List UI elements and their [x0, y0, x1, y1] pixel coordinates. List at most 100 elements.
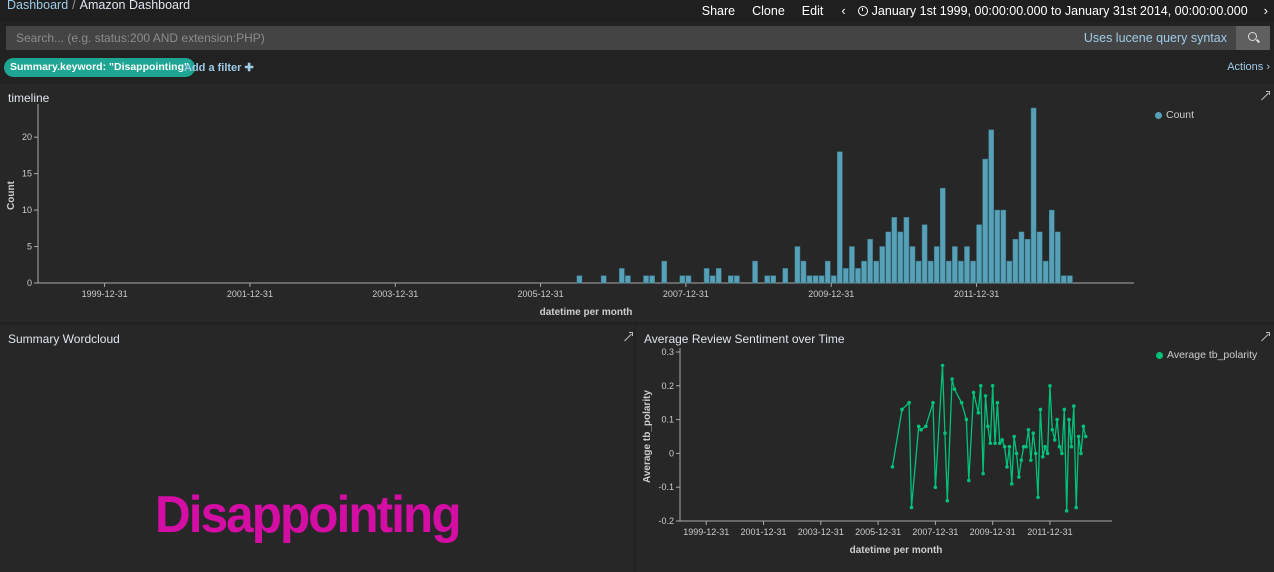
search-icon — [1248, 32, 1257, 41]
bar — [734, 275, 740, 284]
data-point — [978, 384, 983, 388]
y-tick-label: 0.1 — [661, 415, 674, 425]
lucene-syntax-link[interactable]: Uses lucene query syntax — [1084, 31, 1227, 45]
bar — [728, 275, 734, 284]
bar — [1024, 239, 1031, 284]
y-tick-label: -0.2 — [658, 516, 674, 526]
clone-button[interactable]: Clone — [752, 4, 785, 18]
bar — [885, 231, 892, 284]
sentiment-chart: -0.2 -0.1 0 0.1 0.2 0.3 1999-12-31 2001-12-31 20… — [642, 347, 1112, 556]
data-point — [1024, 444, 1028, 449]
bar — [764, 275, 770, 284]
search-input[interactable] — [6, 26, 1237, 50]
top-nav: Share Clone Edit ‹ January 1st 1999, 00:… — [685, 3, 1274, 18]
bar — [812, 275, 819, 284]
data-point — [1002, 444, 1007, 449]
data-point — [1081, 424, 1086, 429]
data-point — [1048, 384, 1052, 388]
bar — [988, 129, 994, 284]
y-tick-label: 15 — [22, 169, 32, 179]
bar — [903, 217, 910, 284]
data-point — [1040, 454, 1045, 459]
bar — [897, 231, 904, 284]
data-point — [1079, 451, 1083, 456]
bar — [952, 246, 958, 284]
bar — [1018, 231, 1025, 284]
bar — [939, 187, 946, 284]
data-point — [945, 498, 950, 503]
search-button[interactable] — [1236, 26, 1270, 50]
data-point — [1060, 451, 1064, 456]
wordcloud-word-disappointing[interactable]: Disappointing — [155, 485, 462, 545]
breadcrumb-dashboard-link[interactable]: Dashboard — [7, 0, 68, 12]
data-point — [916, 424, 921, 429]
clock-icon — [857, 5, 868, 16]
data-point — [966, 478, 971, 483]
bar — [715, 268, 722, 284]
bar — [685, 275, 692, 284]
bar — [625, 275, 631, 284]
bar — [855, 268, 861, 284]
bar — [1000, 209, 1007, 284]
bar — [909, 246, 916, 284]
edit-button[interactable]: Edit — [802, 4, 824, 18]
time-next-chevron-icon[interactable]: › — [1264, 3, 1268, 18]
data-point — [924, 424, 928, 429]
y-tick-label: 0 — [669, 448, 674, 458]
bar — [1055, 231, 1061, 284]
time-prev-chevron-icon[interactable]: ‹ — [841, 3, 845, 18]
x-tick-label: 1999-12-31 — [82, 289, 128, 299]
y-tick-label: 0.2 — [661, 381, 674, 391]
bar — [867, 239, 873, 284]
data-point — [981, 471, 985, 476]
filter-pill-summary-keyword[interactable]: Summary.keyword: "Disappointing" — [4, 58, 195, 77]
data-point — [1000, 438, 1005, 442]
x-tick-label: 2009-12-31 — [808, 289, 854, 299]
bar — [849, 246, 855, 284]
bar — [643, 275, 649, 284]
bar — [976, 224, 982, 284]
data-point — [909, 505, 914, 510]
x-tick-label: 2011-12-31 — [1027, 527, 1072, 537]
data-point — [1067, 417, 1071, 422]
data-point — [1036, 495, 1040, 500]
expand-icon[interactable] — [623, 332, 633, 341]
bar — [837, 151, 843, 284]
data-point — [1012, 434, 1016, 439]
data-point — [1043, 444, 1047, 449]
data-point — [1055, 417, 1059, 422]
share-button[interactable]: Share — [702, 4, 735, 18]
data-point — [919, 427, 923, 432]
time-range-picker[interactable]: January 1st 1999, 00:00:00.000 to Januar… — [857, 4, 1248, 18]
y-tick-label: 20 — [22, 132, 32, 142]
add-filter-link[interactable]: Add a filter ✚ — [184, 61, 254, 74]
actions-link[interactable]: Actions › — [1227, 61, 1270, 73]
data-point — [1033, 451, 1038, 456]
data-point — [1069, 444, 1074, 449]
bar — [1030, 107, 1037, 284]
data-point — [995, 400, 1000, 405]
x-tick-label: 2001-12-31 — [227, 289, 273, 299]
data-point — [1019, 458, 1024, 462]
bar — [1012, 239, 1019, 284]
y-axis-title: Count — [6, 180, 17, 210]
data-point — [933, 485, 938, 489]
data-point — [1052, 438, 1057, 442]
x-axis-title: datetime per month — [850, 545, 943, 556]
bar — [818, 275, 825, 284]
bar — [946, 260, 952, 284]
bar — [576, 275, 583, 284]
bar — [994, 209, 1001, 284]
data-point — [964, 417, 969, 422]
data-point — [1005, 465, 1009, 469]
x-tick-label: 2007-12-31 — [663, 289, 709, 299]
bar — [891, 217, 898, 284]
data-point — [1050, 427, 1055, 432]
data-point — [993, 441, 997, 446]
bar — [1061, 275, 1067, 284]
x-axis-title: datetime per month — [540, 307, 633, 318]
y-axis-title: Average tb_polarity — [642, 390, 653, 483]
data-point — [1057, 444, 1062, 449]
data-point — [1072, 404, 1076, 408]
x-tick-label: 2007-12-31 — [912, 527, 958, 537]
